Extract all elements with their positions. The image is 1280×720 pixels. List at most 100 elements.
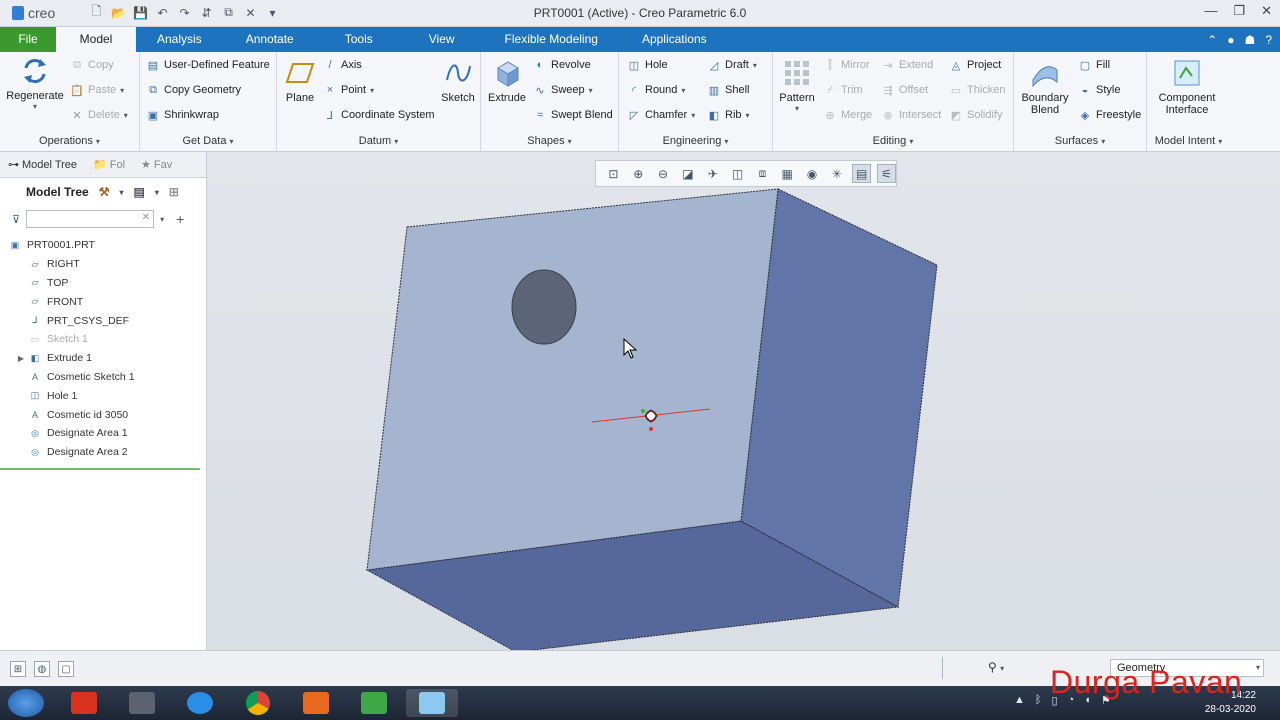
sweep-button[interactable]: ∿ Sweep ▾ [533,83,593,97]
regenerate-button[interactable]: Regenerate ▾ [6,56,64,111]
clear-search-icon[interactable]: ✕ [142,212,150,223]
operations-group-label[interactable]: Operations ▾ [0,135,139,147]
refit-icon[interactable]: ⊡ [604,164,623,183]
expand-icon[interactable]: ▶ [14,354,28,363]
spin-center-icon[interactable]: ⚟ [877,164,896,183]
tree-node-cosmetic-id[interactable]: A Cosmetic id 3050 [0,405,200,424]
tree-node-cosmetic-sketch[interactable]: A Cosmetic Sketch 1 [0,368,200,387]
find-icon[interactable]: ⚲ ▾ [988,660,1004,674]
regenerate-dropdown-icon[interactable]: ▾ [33,102,37,111]
selection-filter-dropdown-icon[interactable]: ▾ [1256,660,1260,676]
taskbar-app-camtasia[interactable] [348,689,400,717]
tab-folder-browser[interactable]: 📁 Fol [85,152,133,177]
tab-analysis[interactable]: Analysis [136,27,223,52]
start-button-icon[interactable] [8,689,44,717]
tree-node-sketch[interactable]: ▭ Sketch 1 [0,330,200,349]
rib-dropdown-icon[interactable]: ▾ [746,111,750,120]
search-help-icon[interactable]: ● [1227,33,1234,47]
tray-app-icon[interactable]: ▲ [1014,694,1025,707]
tree-node-top[interactable]: ▱ TOP [0,274,200,293]
shapes-group-label[interactable]: Shapes ▾ [481,135,618,147]
shell-button[interactable]: ▥ Shell [707,83,750,97]
tree-node-hole[interactable]: ◫ Hole 1 [0,386,200,405]
axis-button[interactable]: / Axis [323,58,361,72]
draft-button[interactable]: ◿ Draft ▾ [707,58,757,72]
view-manager-icon[interactable]: ▦ [778,164,797,183]
surfaces-group-label[interactable]: Surfaces ▾ [1014,135,1146,147]
fullscreen-icon[interactable]: ▢ [58,661,74,677]
settings-icon[interactable]: ☗ [1245,33,1256,47]
engineering-group-label[interactable]: Engineering ▾ [619,135,772,147]
thicken-button[interactable]: ▭ Thicken [949,83,1006,97]
chamfer-button[interactable]: ◸ Chamfer ▾ [627,108,695,122]
trim-button[interactable]: ⌿ Trim [823,83,863,97]
show-dropdown-icon[interactable]: ▾ [155,188,159,197]
tree-node-csys[interactable]: ⅃ PRT_CSYS_DEF [0,311,200,330]
display-style-icon[interactable]: ◫ [728,164,747,183]
plane-button[interactable]: Plane [283,58,317,104]
sweep-dropdown-icon[interactable]: ▾ [589,86,593,95]
paste-button[interactable]: 📋 Paste ▾ [70,83,124,97]
tab-view[interactable]: View [401,27,483,52]
offset-button[interactable]: ⇶ Offset [881,83,928,97]
extend-button[interactable]: ⇥ Extend [881,58,933,72]
tree-search-input[interactable]: ✕ [26,210,155,228]
get-data-group-label[interactable]: Get Data ▾ [140,135,276,147]
revolve-button[interactable]: ◐ Revolve [533,58,591,72]
tree-node-designate-area-2[interactable]: ◎ Designate Area 2 [0,443,200,462]
solidify-button[interactable]: ◩ Solidify [949,108,1003,122]
navigator-toggle-icon[interactable]: ⊞ [10,661,26,677]
tab-favorites[interactable]: ★ Fav [133,152,180,177]
sketch-button[interactable]: Sketch [439,58,477,104]
delete-button[interactable]: ✕ Delete ▾ [70,108,128,122]
copy-geometry-button[interactable]: ⧉ Copy Geometry [146,83,241,97]
extrude-button[interactable]: Extrude [486,58,528,104]
paste-dropdown-icon[interactable]: ▾ [120,86,124,95]
taskbar-app-orange[interactable] [290,689,342,717]
taskbar-app-creo[interactable] [406,689,458,717]
taskbar-app-chrome[interactable] [232,689,284,717]
repaint-icon[interactable]: ◪ [678,164,697,183]
copy-button[interactable]: ⧉ Copy [70,58,114,72]
round-button[interactable]: ◜ Round ▾ [627,83,686,97]
model-viewport[interactable] [208,152,1280,650]
datum-display-icon[interactable]: ✳ [827,164,846,183]
tree-settings-icon[interactable]: ⚒ [99,185,110,199]
boundary-blend-button[interactable]: Boundary Blend [1018,58,1072,116]
search-dropdown-icon[interactable]: ▾ [160,215,164,224]
csys-button[interactable]: ⅃ Coordinate System [323,108,435,122]
zoom-out-icon[interactable]: ⊖ [654,164,673,183]
intersect-button[interactable]: ⊗ Intersect [881,108,941,122]
rib-button[interactable]: ◧ Rib ▾ [707,108,750,122]
swept-blend-button[interactable]: ≈ Swept Blend [533,108,613,122]
minimize-ribbon-icon[interactable]: ⌃ [1207,33,1217,47]
freestyle-button[interactable]: ◈ Freestyle [1078,108,1141,122]
datum-group-label[interactable]: Datum ▾ [277,135,480,147]
zoom-in-icon[interactable]: ⊕ [629,164,648,183]
tab-flexible-modeling[interactable]: Flexible Modeling [483,27,620,52]
csys-marker[interactable] [645,410,657,422]
tree-node-designate-area-1[interactable]: ◎ Designate Area 1 [0,424,200,443]
browser-toggle-icon[interactable]: ◍ [34,661,50,677]
bluetooth-icon[interactable]: ᛒ [1035,694,1042,707]
tree-node-right[interactable]: ▱ RIGHT [0,255,200,274]
tab-model[interactable]: Model [56,27,136,52]
mirror-button[interactable]: ⫿ Mirror [823,58,869,72]
project-button[interactable]: ◬ Project [949,58,1001,72]
tab-applications[interactable]: Applications [620,27,729,52]
tree-settings-dropdown-icon[interactable]: ▾ [119,188,123,197]
merge-button[interactable]: ⊕ Merge [823,108,872,122]
filter-icon[interactable]: ⊽ [12,213,20,226]
minimize-icon[interactable]: — [1204,3,1217,19]
help-icon[interactable]: ? [1265,33,1272,47]
perspective-icon[interactable]: ✈ [703,164,722,183]
appearance-icon[interactable]: ◉ [803,164,822,183]
tab-annotate[interactable]: Annotate [223,27,317,52]
tab-file[interactable]: File [0,27,56,52]
model-hole[interactable] [511,269,577,345]
taskbar-app-sync[interactable] [174,689,226,717]
pattern-button[interactable]: Pattern ▾ [777,58,817,113]
fill-button[interactable]: ▢ Fill [1078,58,1110,72]
pattern-dropdown-icon[interactable]: ▾ [795,104,799,113]
delete-dropdown-icon[interactable]: ▾ [124,111,128,120]
